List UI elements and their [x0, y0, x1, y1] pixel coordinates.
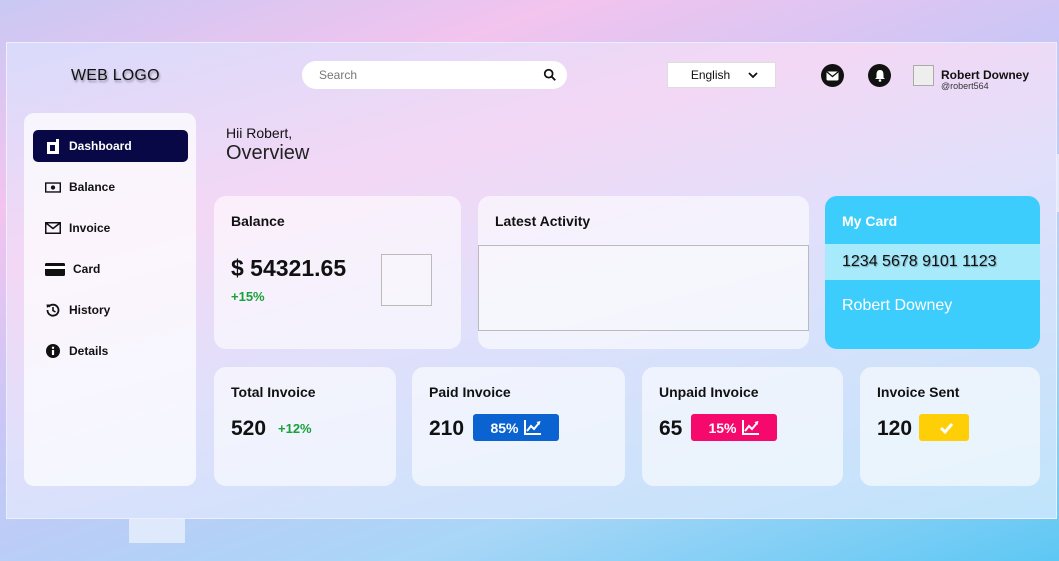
money-bill-icon: [45, 179, 61, 195]
sent-badge: [919, 414, 969, 441]
sidebar-item-invoice[interactable]: Invoice: [33, 212, 188, 244]
total-invoice-change: +12%: [278, 421, 312, 436]
unpaid-invoice-value: 65: [659, 417, 683, 440]
chevron-down-icon: [748, 72, 758, 79]
web-logo: WEB LOGO: [71, 67, 160, 84]
chart-line-icon: [741, 420, 759, 435]
activity-card: Latest Activity: [478, 196, 809, 349]
card-title: Paid Invoice: [429, 384, 511, 400]
avatar[interactable]: [913, 65, 934, 86]
history-icon: [45, 302, 61, 318]
my-card[interactable]: My Card 1234 5678 9101 1123 Robert Downe…: [825, 196, 1040, 349]
balance-image: [381, 254, 432, 306]
card-title: Unpaid Invoice: [659, 384, 759, 400]
paid-badge: 85%: [473, 414, 559, 441]
chart-line-icon: [523, 420, 541, 435]
balance-amount: $ 54321.65: [231, 255, 347, 281]
language-value: English: [690, 68, 731, 82]
info-icon: [45, 343, 61, 359]
balance-card: Balance $ 54321.65 +15%: [214, 196, 461, 349]
total-invoice-value: 520: [231, 417, 267, 440]
sidebar-item-label: Card: [73, 262, 101, 276]
mail-button[interactable]: [821, 64, 844, 87]
card-holder: Robert Downey: [842, 297, 953, 314]
sidebar-item-details[interactable]: Details: [33, 335, 188, 367]
unpaid-badge: 15%: [691, 414, 777, 441]
activity-chart-image: [478, 245, 809, 331]
user-handle: @robert564: [941, 81, 989, 91]
sidebar-item-history[interactable]: History: [33, 294, 188, 326]
card-title: Latest Activity: [495, 213, 591, 229]
language-select[interactable]: English: [667, 62, 776, 88]
paid-invoice-value: 210: [429, 417, 465, 440]
envelope-icon: [826, 70, 839, 80]
credit-card-icon: [45, 261, 65, 277]
check-icon: [939, 422, 954, 434]
sidebar-item-label: Balance: [69, 180, 116, 194]
card-title: Total Invoice: [231, 384, 316, 400]
sidebar-item-label: Invoice: [69, 221, 111, 235]
dashboard-icon: [45, 138, 61, 154]
invoice-sent-card: Invoice Sent 120: [860, 367, 1040, 486]
unpaid-badge-label: 15%: [708, 419, 737, 436]
sidebar-item-balance[interactable]: Balance: [33, 171, 188, 203]
bell-icon: [874, 70, 885, 82]
total-invoice-card: Total Invoice 520 +12%: [214, 367, 396, 486]
envelope-icon: [45, 220, 61, 236]
invoice-sent-value: 120: [877, 417, 913, 440]
dashboard-app: WEB LOGO English Robert Downey @robert56…: [6, 42, 1057, 519]
search-bar: [302, 61, 567, 89]
sidebar-item-label: History: [69, 303, 111, 317]
paid-invoice-card: Paid Invoice 210 85%: [412, 367, 625, 486]
sidebar-item-dashboard[interactable]: Dashboard: [33, 130, 188, 162]
notification-button[interactable]: [868, 64, 891, 87]
page-title: Overview: [226, 142, 310, 164]
card-title: My Card: [842, 213, 898, 229]
sidebar-item-label: Details: [69, 344, 109, 358]
card-title: Balance: [231, 213, 285, 229]
search-input[interactable]: [319, 68, 543, 82]
unpaid-invoice-card: Unpaid Invoice 65 15%: [642, 367, 843, 486]
card-title: Invoice Sent: [877, 384, 960, 400]
sidebar-item-card[interactable]: Card: [33, 253, 188, 285]
card-number: 1234 5678 9101 1123: [825, 244, 1040, 280]
sidebar: Dashboard Balance Invoice Card History D…: [24, 113, 196, 486]
greeting: Hii Robert,: [226, 125, 293, 141]
user-name: Robert Downey: [941, 68, 1030, 82]
search-icon[interactable]: [543, 68, 557, 82]
balance-change: +15%: [231, 289, 265, 304]
paid-badge-label: 85%: [490, 419, 519, 436]
sidebar-item-label: Dashboard: [69, 139, 132, 153]
